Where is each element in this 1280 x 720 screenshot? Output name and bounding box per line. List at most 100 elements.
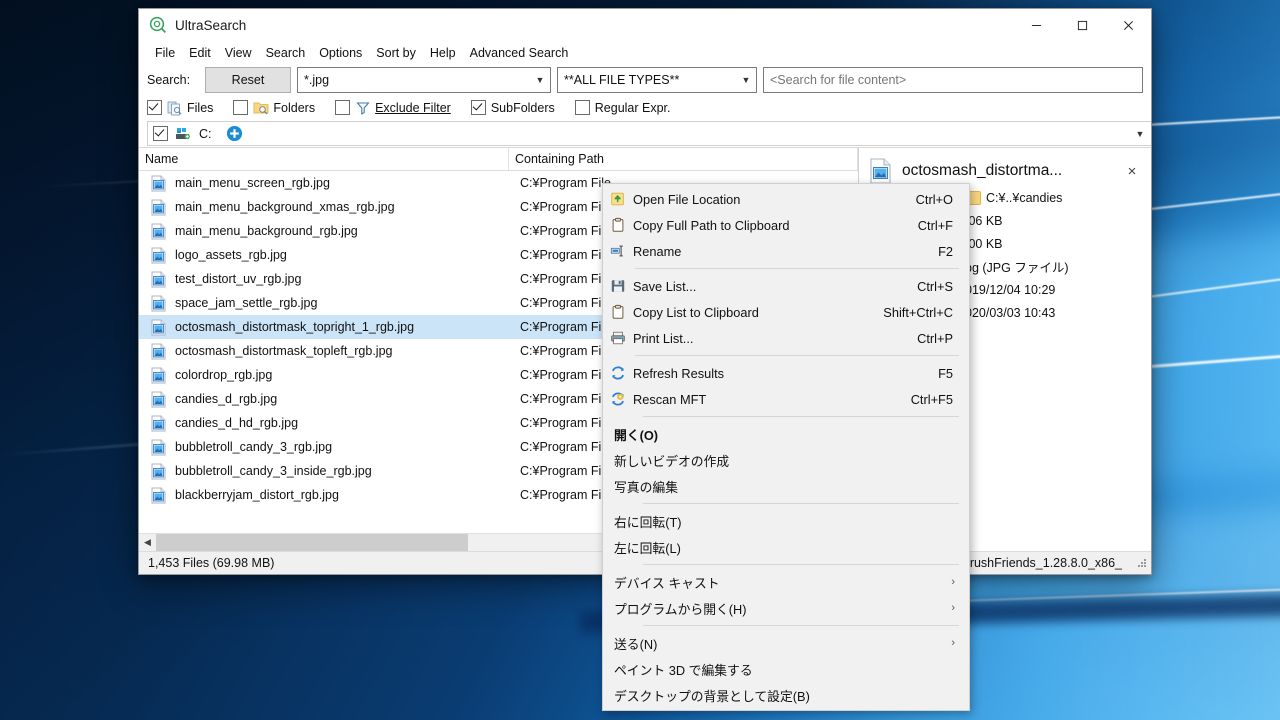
menu-separator	[643, 564, 959, 565]
context-menu-item[interactable]: 送る(N) ›	[603, 630, 969, 656]
option-files[interactable]: Files	[147, 100, 213, 116]
context-menu-item[interactable]: 開く(O)	[603, 421, 969, 447]
menu-file[interactable]: File	[148, 44, 182, 62]
scrollbar-thumb[interactable]	[156, 534, 468, 551]
file-name: colordrop_rgb.jpg	[175, 368, 273, 382]
context-menu-item[interactable]: 左に回転(L)	[603, 534, 969, 560]
add-drive-icon[interactable]	[226, 125, 243, 142]
context-menu-item[interactable]: 右に回転(T)	[603, 508, 969, 534]
file-content-placeholder: <Search for file content>	[770, 72, 907, 87]
preview-close-icon[interactable]: ×	[1123, 163, 1141, 180]
files-checkbox[interactable]	[147, 100, 162, 115]
context-menu-item-label: Open File Location	[633, 191, 741, 207]
jpg-file-icon	[151, 343, 166, 359]
file-name: candies_d_hd_rgb.jpg	[175, 416, 299, 430]
option-exclude-filter[interactable]: Exclude Filter	[335, 100, 451, 116]
menu-help[interactable]: Help	[423, 44, 463, 62]
chevron-down-icon[interactable]: ▼	[1129, 129, 1151, 139]
preview-detail-value: 019/12/04 10:29	[965, 282, 1056, 297]
option-subfolders[interactable]: SubFolders	[470, 100, 555, 115]
context-menu-item[interactable]: プログラムから開く(H) ›	[603, 595, 969, 621]
context-menu-item[interactable]: 新しいビデオの作成	[603, 447, 969, 473]
save-icon	[603, 273, 633, 299]
file-path: C:¥Program File	[520, 440, 611, 454]
context-menu-item-label: 写真の編集	[614, 479, 678, 495]
menu-options[interactable]: Options	[312, 44, 369, 62]
subfolders-checkbox[interactable]	[470, 100, 486, 115]
context-menu-item-label: デバイス キャスト	[614, 575, 720, 591]
jpg-file-icon	[151, 367, 166, 383]
menu-advanced-search[interactable]: Advanced Search	[463, 44, 576, 62]
maximize-button[interactable]	[1059, 10, 1105, 41]
context-menu-item[interactable]: デスクトップの背景として設定(B)	[603, 682, 969, 708]
context-menu-item-label: Copy List to Clipboard	[633, 304, 759, 320]
clipboard-icon	[603, 299, 633, 325]
printer-icon	[603, 325, 633, 351]
menu-view[interactable]: View	[218, 44, 259, 62]
context-menu[interactable]: Open File Location Ctrl+O Copy Full Path t…	[602, 183, 970, 711]
context-menu-item-label: 送る(N)	[614, 636, 658, 652]
context-menu-item[interactable]: ペイント 3D で編集する	[603, 656, 969, 682]
minimize-button[interactable]	[1013, 10, 1059, 41]
column-header-name[interactable]: Name	[139, 148, 509, 170]
close-button[interactable]	[1105, 10, 1151, 41]
context-menu-item[interactable]: デバイス キャスト ›	[603, 569, 969, 595]
context-menu-item-label: デスクトップの背景として設定(B)	[614, 688, 810, 704]
option-regular-expr[interactable]: Regular Expr.	[574, 100, 671, 115]
context-menu-item-label: Rename	[633, 243, 682, 259]
reset-button[interactable]: Reset	[205, 66, 291, 93]
context-menu-item[interactable]: Rename F2	[603, 238, 969, 264]
preview-header: octosmash_distortma... ×	[869, 156, 1141, 186]
rescan-icon	[603, 386, 633, 412]
folders-label: Folders	[273, 100, 316, 115]
exclude-filter-label[interactable]: Exclude Filter	[375, 101, 451, 115]
jpg-file-icon	[151, 391, 166, 407]
preview-title: octosmash_distortma...	[902, 162, 1063, 179]
jpg-file-icon	[151, 247, 166, 263]
file-path: C:¥Program File	[520, 392, 611, 406]
column-header: Name Containing Path	[139, 148, 858, 171]
file-name: main_menu_background_rgb.jpg	[175, 224, 358, 238]
file-name: candies_d_rgb.jpg	[175, 392, 278, 406]
context-menu-item[interactable]: Rescan MFT Ctrl+F5	[603, 386, 969, 412]
context-menu-item[interactable]: Refresh Results F5	[603, 360, 969, 386]
jpg-file-icon	[151, 415, 166, 431]
regular-expr-checkbox[interactable]	[574, 100, 590, 115]
context-menu-item[interactable]: 写真の編集	[603, 473, 969, 499]
file-type-combo[interactable]: **ALL FILE TYPES** ▼	[557, 66, 757, 93]
context-menu-item-label: Print List...	[633, 330, 694, 346]
file-path: C:¥Program File	[520, 368, 611, 382]
context-menu-item[interactable]: Open File Location Ctrl+O	[603, 186, 969, 212]
search-pattern-combo[interactable]: *.jpg ▼	[297, 66, 551, 93]
file-name: main_menu_screen_rgb.jpg	[175, 176, 330, 190]
status-current-item: rushFriends_1.28.8.0_x86_	[958, 556, 1136, 570]
menu-edit[interactable]: Edit	[182, 44, 218, 62]
scroll-left-icon[interactable]: ◀	[139, 534, 156, 551]
file-content-input[interactable]: <Search for file content>	[763, 66, 1143, 93]
drive-label: C:	[199, 126, 212, 141]
preview-detail-value: 020/03/03 10:43	[965, 305, 1056, 320]
jpg-file-icon	[151, 295, 166, 311]
context-menu-item[interactable]: Save List... Ctrl+S	[603, 273, 969, 299]
column-header-path[interactable]: Containing Path	[509, 148, 858, 170]
jpg-file-icon	[151, 487, 166, 503]
drive-checkbox[interactable]	[153, 126, 168, 141]
menu-search[interactable]: Search	[259, 44, 313, 62]
image-file-icon	[870, 158, 891, 184]
regular-expr-label: Regular Expr.	[594, 100, 671, 115]
jpg-file-icon	[151, 223, 166, 239]
context-menu-item[interactable]: Print List... Ctrl+P	[603, 325, 969, 351]
context-menu-item-shortcut: Shift+Ctrl+C	[883, 304, 953, 320]
preview-detail-value: pg (JPG ファイル)	[965, 261, 1069, 275]
file-type-value: **ALL FILE TYPES**	[564, 72, 680, 87]
menu-sort-by[interactable]: Sort by	[369, 44, 423, 62]
folders-checkbox[interactable]	[233, 100, 249, 115]
exclude-filter-checkbox[interactable]	[335, 100, 351, 115]
funnel-icon	[356, 101, 370, 115]
drive-combo[interactable]: C: ▼	[147, 121, 1151, 146]
context-menu-item[interactable]: Copy List to Clipboard Shift+Ctrl+C	[603, 299, 969, 325]
resize-grip-icon[interactable]	[1136, 557, 1148, 569]
option-folders[interactable]: Folders	[233, 100, 315, 116]
context-menu-item[interactable]: Copy Full Path to Clipboard Ctrl+F	[603, 212, 969, 238]
jpg-file-icon	[151, 439, 166, 455]
